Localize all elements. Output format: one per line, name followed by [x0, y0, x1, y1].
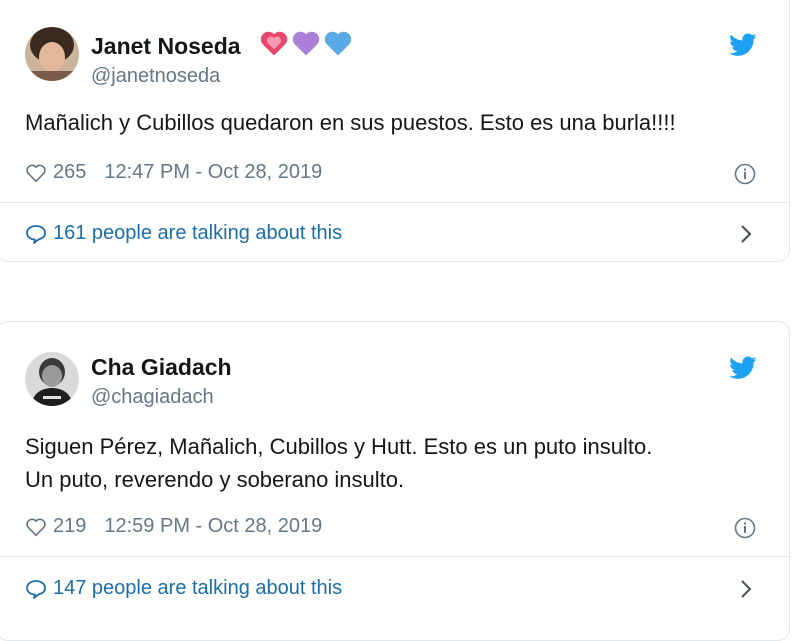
- name-emoji-group: [259, 29, 353, 57]
- tweet-text-line: Un puto, reverendo y soberano insulto.: [25, 467, 405, 492]
- tweet-card[interactable]: Cha Giadach @chagiadach Siguen Pérez, Ma…: [0, 321, 790, 641]
- pink-heart-emoji: [259, 29, 289, 57]
- user-handle[interactable]: @janetnoseda: [91, 65, 220, 88]
- like-count[interactable]: 219: [53, 515, 86, 538]
- tweet-timestamp[interactable]: 12:47 PM - Oct 28, 2019: [104, 161, 322, 184]
- avatar[interactable]: [25, 27, 79, 81]
- tweet-meta: 219 12:59 PM - Oct 28, 2019: [25, 515, 322, 538]
- divider: [0, 556, 789, 557]
- blue-heart-emoji: [323, 29, 353, 57]
- heart-icon[interactable]: [25, 517, 47, 537]
- tweet-meta: 265 12:47 PM - Oct 28, 2019: [25, 161, 322, 184]
- tweet-text: Siguen Pérez, Mañalich, Cubillos y Hutt.…: [25, 430, 652, 496]
- user-handle[interactable]: @chagiadach: [91, 386, 214, 409]
- tweet-text-line: Mañalich y Cubillos quedaron en sus pues…: [25, 110, 676, 135]
- tweet-timestamp[interactable]: 12:59 PM - Oct 28, 2019: [104, 515, 322, 538]
- conversation-link[interactable]: 161 people are talking about this: [25, 222, 342, 245]
- chevron-right-icon[interactable]: [739, 223, 753, 245]
- talking-count[interactable]: 147 people are talking about this: [53, 577, 342, 600]
- divider: [0, 202, 789, 203]
- comment-bubble-icon: [26, 579, 46, 599]
- avatar[interactable]: [25, 352, 79, 406]
- conversation-link[interactable]: 147 people are talking about this: [25, 577, 342, 600]
- talking-count[interactable]: 161 people are talking about this: [53, 222, 342, 245]
- info-icon[interactable]: [734, 163, 756, 185]
- heart-icon[interactable]: [25, 163, 47, 183]
- purple-heart-emoji: [291, 29, 321, 57]
- display-name[interactable]: Janet Noseda: [91, 33, 241, 60]
- like-count[interactable]: 265: [53, 161, 86, 184]
- tweet-text: Mañalich y Cubillos quedaron en sus pues…: [25, 106, 676, 139]
- tweet-card[interactable]: Janet Noseda @janetnoseda Mañalich y Cub…: [0, 0, 790, 262]
- display-name[interactable]: Cha Giadach: [91, 354, 232, 381]
- info-icon[interactable]: [734, 517, 756, 539]
- twitter-logo-icon[interactable]: [729, 33, 757, 57]
- comment-bubble-icon: [26, 224, 46, 244]
- tweet-text-line: Siguen Pérez, Mañalich, Cubillos y Hutt.…: [25, 434, 653, 459]
- chevron-right-icon[interactable]: [739, 578, 753, 600]
- twitter-logo-icon[interactable]: [729, 356, 757, 380]
